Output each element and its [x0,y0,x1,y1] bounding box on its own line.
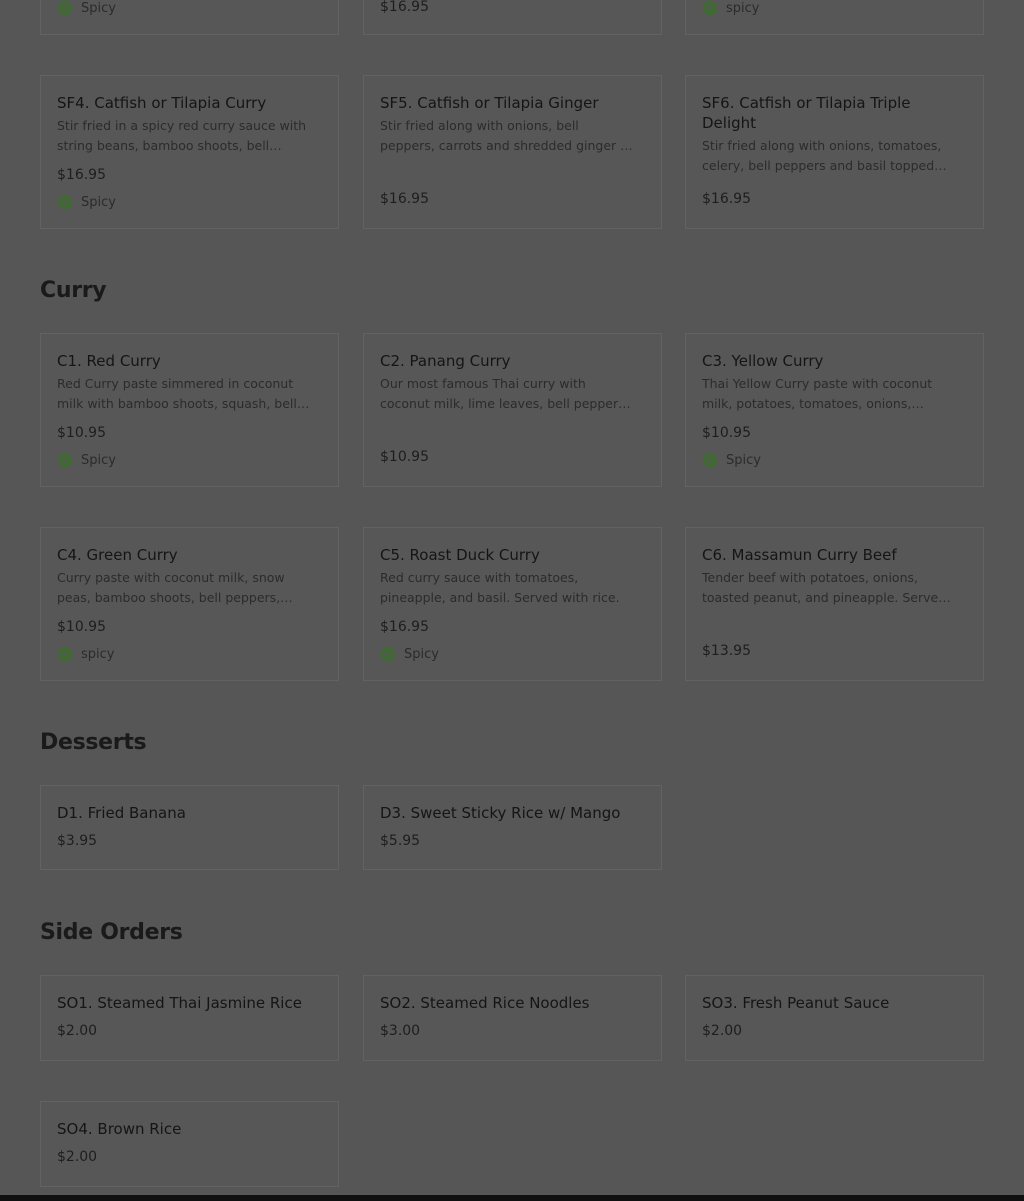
item-description: Red Curry paste simmered in coconut milk… [57,376,297,411]
badge-label: Spicy [81,0,116,16]
item-price: $10.95 [380,449,429,465]
menu-item-card[interactable]: C1. Red Curry Red Curry paste simmered i… [40,333,339,487]
spicy-badge: Spicy [702,450,761,470]
menu-page: Spicy $16.95 spicy SF4. Catfish or Tilap… [0,0,1024,1201]
item-price: $5.95 [380,833,421,849]
item-title: C4. Green Curry [57,546,178,564]
menu-item-card[interactable]: spicy [685,0,984,35]
menu-item-card[interactable]: SO1. Steamed Thai Jasmine Rice $2.00 [40,975,339,1061]
menu-item-card[interactable]: C6. Massamun Curry Beef Tender beef with… [685,527,984,681]
item-price: $10.95 [702,425,751,441]
item-price: $2.00 [702,1023,743,1039]
badge-label: Spicy [404,646,439,662]
item-description: Stir fried in a spicy red curry sauce wi… [57,118,307,153]
menu-item-card[interactable]: SO2. Steamed Rice Noodles $3.00 [363,975,662,1061]
item-title: C2. Panang Curry [380,352,511,370]
check-badge-icon [57,194,73,210]
item-description: Stir fried along with onions, bell peppe… [380,118,632,153]
check-badge-icon [380,646,396,662]
item-price: $16.95 [380,0,429,15]
menu-item-card[interactable]: SF5. Catfish or Tilapia Ginger Stir frie… [363,75,662,229]
bottom-bar [0,1195,1024,1201]
item-price: $3.00 [380,1023,421,1039]
item-price: $16.95 [380,191,429,207]
item-title: SF5. Catfish or Tilapia Ginger [380,94,599,112]
item-price: $10.95 [57,619,106,635]
item-price: $2.00 [57,1149,98,1165]
item-title: SO4. Brown Rice [57,1120,182,1138]
spicy-badge: Spicy [57,192,116,212]
check-badge-icon [702,0,718,16]
spicy-badge: Spicy [57,0,116,18]
menu-item-card[interactable]: D3. Sweet Sticky Rice w/ Mango $5.95 [363,785,662,870]
item-price: $10.95 [57,425,106,441]
item-title: C1. Red Curry [57,352,161,370]
item-title: SO1. Steamed Thai Jasmine Rice [57,994,302,1012]
item-title: SO3. Fresh Peanut Sauce [702,994,890,1012]
spicy-badge: spicy [702,0,759,18]
section-heading-side-orders: Side Orders [40,920,183,945]
badge-label: spicy [726,0,760,16]
menu-item-card[interactable]: SO3. Fresh Peanut Sauce $2.00 [685,975,984,1061]
section-heading-desserts: Desserts [40,730,147,755]
menu-item-card[interactable]: SF6. Catfish or Tilapia Triple Delight S… [685,75,984,229]
spicy-badge: spicy [57,644,114,664]
item-price: $16.95 [57,167,106,183]
item-price: $16.95 [702,191,751,207]
menu-item-card[interactable]: D1. Fried Banana $3.95 [40,785,339,870]
item-description: Red curry sauce with tomatoes, pineapple… [380,570,620,605]
item-title: C3. Yellow Curry [702,352,824,370]
menu-item-card[interactable]: C3. Yellow Curry Thai Yellow Curry paste… [685,333,984,487]
item-title: D1. Fried Banana [57,804,186,822]
item-title: C5. Roast Duck Curry [380,546,540,564]
item-description: Our most famous Thai curry with coconut … [380,376,629,411]
item-title: SF4. Catfish or Tilapia Curry [57,94,267,112]
badge-label: spicy [81,646,115,662]
menu-item-card[interactable]: Spicy [40,0,339,35]
item-price: $13.95 [702,643,751,659]
section-heading-curry: Curry [40,278,107,303]
menu-item-card[interactable]: $16.95 [363,0,662,35]
check-badge-icon [57,0,73,16]
item-title: C6. Massamun Curry Beef [702,546,897,564]
spicy-badge: Spicy [57,450,116,470]
menu-item-card[interactable]: C4. Green Curry Curry paste with coconut… [40,527,339,681]
item-title: SO2. Steamed Rice Noodles [380,994,590,1012]
badge-label: Spicy [726,452,761,468]
menu-item-card[interactable]: C5. Roast Duck Curry Red curry sauce wit… [363,527,662,681]
item-title: SF6. Catfish or Tilapia Triple Delight [702,94,911,132]
check-badge-icon [57,452,73,468]
item-description: Stir fried along with onions, tomatoes, … [702,138,942,173]
item-price: $2.00 [57,1023,98,1039]
item-price: $3.95 [57,833,98,849]
item-description: Thai Yellow Curry paste with coconut mil… [702,376,933,411]
badge-label: Spicy [81,452,116,468]
menu-item-card[interactable]: SO4. Brown Rice $2.00 [40,1101,339,1187]
item-description: Curry paste with coconut milk, snow peas… [57,570,285,605]
check-badge-icon [702,452,718,468]
check-badge-icon [57,646,73,662]
menu-item-card[interactable]: SF4. Catfish or Tilapia Curry Stir fried… [40,75,339,229]
item-description: Tender beef with potatoes, onions, toast… [702,570,947,605]
badge-label: Spicy [81,194,116,210]
menu-item-card[interactable]: C2. Panang Curry Our most famous Thai cu… [363,333,662,487]
item-price: $16.95 [380,619,429,635]
item-title: D3. Sweet Sticky Rice w/ Mango [380,804,621,822]
spicy-badge: Spicy [380,644,439,664]
